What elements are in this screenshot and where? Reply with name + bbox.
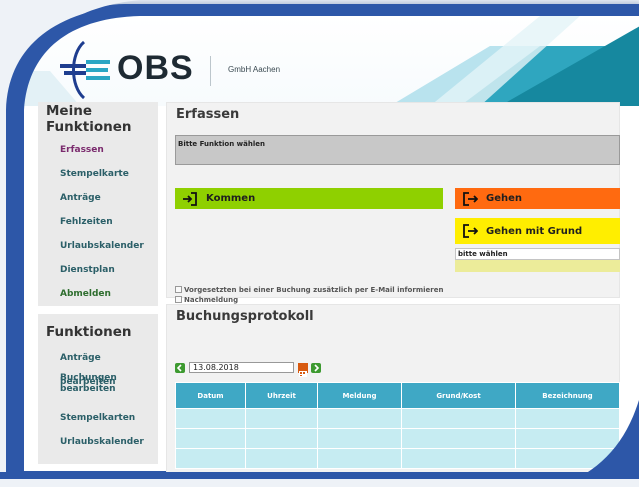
frame-overlay: [0, 0, 639, 487]
